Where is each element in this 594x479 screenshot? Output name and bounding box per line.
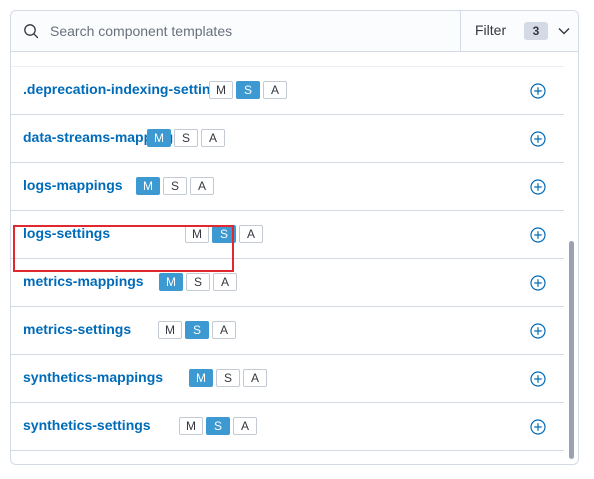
badge-s: S xyxy=(186,273,210,291)
chevron-down-icon xyxy=(558,28,570,35)
list-item: metrics-settings M S A xyxy=(11,307,564,355)
badge-a: A xyxy=(263,81,287,99)
template-name-link[interactable]: synthetics-mappings xyxy=(23,369,163,385)
component-templates-panel: Filter 3 .deprecation-indexing-mappingsM… xyxy=(10,10,579,465)
badge-m: M xyxy=(159,273,183,291)
template-name-link[interactable]: logs-mappings xyxy=(23,177,123,193)
badge-a: A xyxy=(239,225,263,243)
template-type-badges: MSA xyxy=(209,81,287,99)
template-name-link[interactable]: logs-settings xyxy=(23,225,110,241)
filter-label: Filter xyxy=(475,22,507,38)
add-template-icon[interactable] xyxy=(530,323,546,339)
list-item: logs-settings M S A xyxy=(11,211,564,259)
list-item: logs-mappings M S A xyxy=(11,163,564,211)
add-template-icon[interactable] xyxy=(530,83,546,99)
filter-count-badge: 3 xyxy=(524,22,548,40)
badge-s: S xyxy=(163,177,187,195)
template-type-badges: MSA xyxy=(185,225,263,243)
template-type-badges: MSA xyxy=(189,369,267,387)
add-template-icon[interactable] xyxy=(530,275,546,291)
badge-m: M xyxy=(136,177,160,195)
list-item: synthetics-mappings M S A xyxy=(11,355,564,403)
badge-s: S xyxy=(206,417,230,435)
badge-a: A xyxy=(212,321,236,339)
search-bar: Filter 3 xyxy=(11,11,578,52)
list-item: metrics-mappings M S A xyxy=(11,259,564,307)
template-name-link[interactable]: synthetics-settings xyxy=(23,417,151,433)
template-name-link[interactable]: metrics-settings xyxy=(23,321,131,337)
search-input[interactable] xyxy=(50,19,450,43)
add-template-icon[interactable] xyxy=(530,371,546,387)
scrollbar-thumb[interactable] xyxy=(569,241,574,459)
badge-s: S xyxy=(174,129,198,147)
badge-a: A xyxy=(201,129,225,147)
template-type-badges: MSA xyxy=(159,273,237,291)
list-item: .deprecation-indexing-mappingsMSA xyxy=(11,51,564,67)
list-item: .deprecation-indexing-settings M S A xyxy=(11,67,564,115)
badge-m: M xyxy=(158,321,182,339)
template-type-badges: MSA xyxy=(158,321,236,339)
badge-m: M xyxy=(189,369,213,387)
badge-s: S xyxy=(212,225,236,243)
template-name-link[interactable]: .deprecation-indexing-settings xyxy=(23,81,227,97)
filter-button[interactable]: Filter 3 xyxy=(460,11,578,51)
badge-a: A xyxy=(233,417,257,435)
template-type-badges: MSA xyxy=(136,177,214,195)
badge-a: A xyxy=(243,369,267,387)
list-item: data-streams-mappings M S A xyxy=(11,115,564,163)
template-list[interactable]: .deprecation-indexing-mappingsMSA.deprec… xyxy=(11,51,564,464)
badge-a: A xyxy=(213,273,237,291)
badge-m: M xyxy=(147,129,171,147)
add-template-icon[interactable] xyxy=(530,179,546,195)
search-icon xyxy=(24,24,39,39)
badge-s: S xyxy=(185,321,209,339)
badge-m: M xyxy=(185,225,209,243)
badge-s: S xyxy=(216,369,240,387)
list-item: synthetics-settings M S A xyxy=(11,403,564,451)
add-template-icon[interactable] xyxy=(530,419,546,435)
badge-a: A xyxy=(190,177,214,195)
badge-m: M xyxy=(209,81,233,99)
badge-s: S xyxy=(236,81,260,99)
template-name-link[interactable]: metrics-mappings xyxy=(23,273,144,289)
badge-m: M xyxy=(179,417,203,435)
template-type-badges: MSA xyxy=(179,417,257,435)
add-template-icon[interactable] xyxy=(530,131,546,147)
template-type-badges: MSA xyxy=(147,129,225,147)
add-template-icon[interactable] xyxy=(530,227,546,243)
